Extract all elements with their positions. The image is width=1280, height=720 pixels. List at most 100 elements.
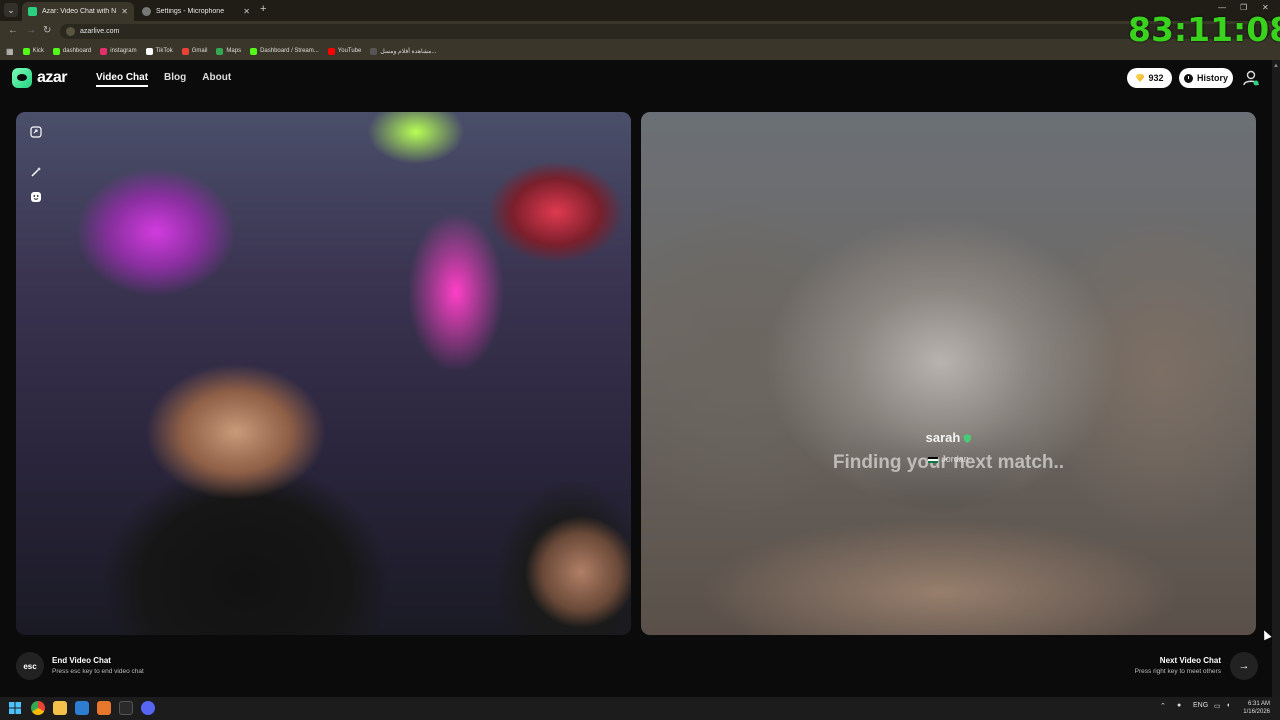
site-icon xyxy=(370,47,378,55)
next-chat-hint: Press right key to meet others xyxy=(1134,668,1221,675)
language-indicator[interactable]: ENG xyxy=(1193,702,1208,709)
nav-blog[interactable]: Blog xyxy=(164,72,186,87)
kick-icon xyxy=(250,47,258,55)
nav-video-chat[interactable]: Video Chat xyxy=(96,72,149,87)
clock-date: 1/16/2026 xyxy=(1243,709,1270,715)
bookmark-kick[interactable]: Kick xyxy=(22,47,44,55)
bookmark-arabic-movies[interactable]: مشاهدة أفلام ومسل... xyxy=(370,47,437,55)
scroll-up-icon[interactable]: ▲ xyxy=(1273,63,1279,69)
self-video-feed xyxy=(16,112,631,635)
back-icon[interactable]: ← xyxy=(8,25,18,36)
jordan-flag-icon xyxy=(928,456,939,463)
match-country-text: Jordan xyxy=(941,454,969,464)
end-chat-button[interactable]: esc xyxy=(16,652,44,680)
app-icon[interactable] xyxy=(119,701,133,715)
history-button[interactable]: History xyxy=(1179,68,1233,88)
next-chat-button[interactable]: → xyxy=(1230,652,1258,680)
bookmark-label: Dashboard / Stream... xyxy=(260,48,319,54)
bookmark-label: مشاهدة أفلام ومسل... xyxy=(380,48,437,55)
network-icon[interactable]: ▭ xyxy=(1214,702,1221,710)
site-info-icon[interactable] xyxy=(66,27,75,36)
end-chat-hint: Press esc key to end video chat xyxy=(52,668,144,675)
gems-button[interactable]: 932 xyxy=(1127,68,1172,88)
azar-favicon-icon xyxy=(28,7,37,16)
mouse-cursor-icon xyxy=(1260,628,1272,641)
url-text: azarlive.com xyxy=(80,28,120,35)
bookmark-label: YouTube xyxy=(337,48,362,54)
gmail-icon xyxy=(181,47,189,55)
instagram-icon xyxy=(100,47,108,55)
arrow-right-icon: → xyxy=(1238,660,1250,672)
tiktok-icon xyxy=(145,47,153,55)
match-country: Jordan xyxy=(641,454,1256,464)
magic-wand-icon[interactable] xyxy=(28,164,44,180)
bookmark-label: TikTok xyxy=(155,48,173,54)
bookmarks-bar: ▦ Kick dashboard instagram TikTok Gmail … xyxy=(0,42,1280,60)
microphone-icon[interactable]: ● xyxy=(1177,702,1181,709)
match-overlay: sarah Finding your next match.. Jordan xyxy=(641,112,1256,635)
tab-azar[interactable]: Azar: Video Chat with New ✕ xyxy=(22,2,134,21)
browser-chrome: ⌄ Azar: Video Chat with New ✕ Settings -… xyxy=(0,0,1280,60)
bookmark-stream-dashboard[interactable]: Dashboard / Stream... xyxy=(250,47,319,55)
gem-icon xyxy=(1135,74,1145,82)
clock-icon xyxy=(1183,73,1193,83)
file-explorer-icon[interactable] xyxy=(53,701,67,715)
bookmark-dashboard[interactable]: dashboard xyxy=(52,47,91,55)
maps-icon xyxy=(216,47,224,55)
windows-start-icon[interactable] xyxy=(8,701,22,715)
address-bar-row: ← → ↻ azarlive.com xyxy=(0,21,1280,42)
clock-time: 6:31 AM xyxy=(1247,701,1270,707)
azar-page: ▲ azar Video Chat Blog About 932 History xyxy=(0,60,1280,697)
tray-overflow-icon[interactable]: ⌃ xyxy=(1160,702,1166,710)
end-chat-title: End Video Chat xyxy=(52,656,111,665)
kick-icon xyxy=(52,47,60,55)
taskbar-clock[interactable]: 6:31 AM 1/16/2026 xyxy=(1243,700,1270,716)
address-bar[interactable]: azarlive.com xyxy=(60,24,1270,39)
azar-logo-icon xyxy=(12,68,32,88)
tab-search-button[interactable]: ⌄ xyxy=(4,3,18,17)
new-tab-button[interactable]: + xyxy=(260,3,266,15)
scrollbar[interactable]: ▲ xyxy=(1272,60,1280,697)
verified-shield-icon xyxy=(963,434,972,444)
reload-icon[interactable]: ↻ xyxy=(43,25,51,36)
bookmark-gmail[interactable]: Gmail xyxy=(181,47,208,55)
profile-avatar-icon[interactable] xyxy=(1242,69,1260,87)
next-chat-title: Next Video Chat xyxy=(1159,656,1221,665)
youtube-icon xyxy=(327,47,335,55)
bookmark-instagram[interactable]: instagram xyxy=(100,47,137,55)
forward-icon[interactable]: → xyxy=(26,25,36,36)
app-icon[interactable] xyxy=(97,701,111,715)
bookmark-tiktok[interactable]: TikTok xyxy=(145,47,173,55)
tab-settings[interactable]: Settings - Microphone ✕ xyxy=(136,2,256,21)
gear-icon xyxy=(142,7,151,16)
bookmark-label: instagram xyxy=(110,48,137,54)
main-nav: Video Chat Blog About xyxy=(96,72,231,87)
kick-icon xyxy=(22,47,30,55)
gems-count: 932 xyxy=(1148,73,1164,83)
close-tab-icon[interactable]: ✕ xyxy=(243,7,250,16)
match-name-text: sarah xyxy=(925,430,961,445)
bookmark-label: Kick xyxy=(32,48,44,54)
bookmark-label: Gmail xyxy=(191,48,208,54)
match-video-feed: sarah Finding your next match.. Jordan xyxy=(641,112,1256,635)
discord-icon[interactable] xyxy=(141,701,155,715)
tab-title: Azar: Video Chat with New xyxy=(42,8,117,15)
store-icon[interactable] xyxy=(75,701,89,715)
azar-logo[interactable]: azar xyxy=(12,68,68,88)
site-header: azar Video Chat Blog About 932 History xyxy=(0,60,1270,98)
bookmark-label: Maps xyxy=(226,48,242,54)
apps-icon[interactable]: ▦ xyxy=(6,47,14,56)
bookmark-maps[interactable]: Maps xyxy=(216,47,242,55)
stream-timer: 83:11:08 xyxy=(1128,10,1280,49)
volume-icon[interactable]: ◖ xyxy=(1226,702,1230,709)
bookmark-youtube[interactable]: YouTube xyxy=(327,47,362,55)
close-tab-icon[interactable]: ✕ xyxy=(121,7,128,16)
windows-taskbar: ⌃ ● ENG ▭ ◖ 6:31 AM 1/16/2026 xyxy=(0,697,1280,720)
chrome-icon[interactable] xyxy=(31,701,45,715)
tab-bar: ⌄ Azar: Video Chat with New ✕ Settings -… xyxy=(0,0,1280,21)
face-filter-icon[interactable] xyxy=(28,189,44,205)
flip-camera-icon[interactable] xyxy=(28,124,44,140)
nav-about[interactable]: About xyxy=(202,72,231,87)
match-name: sarah xyxy=(641,430,1256,445)
brand-name: azar xyxy=(37,69,68,86)
